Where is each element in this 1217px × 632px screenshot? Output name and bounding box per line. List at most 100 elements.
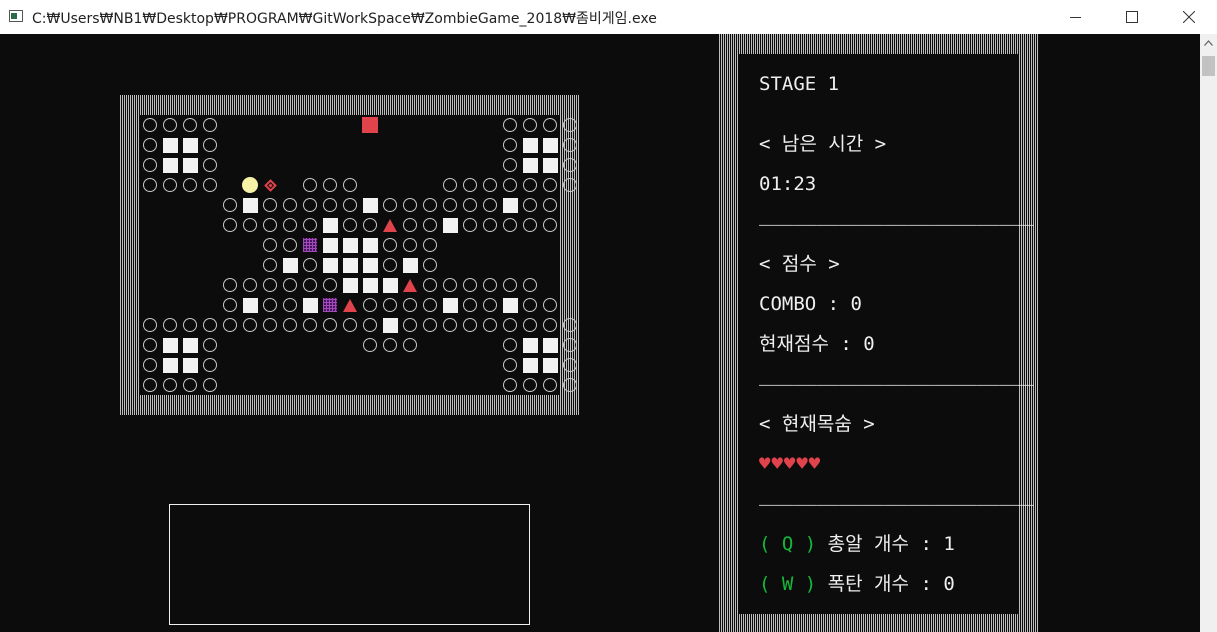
map-cell (360, 315, 380, 335)
map-cell (440, 175, 460, 195)
wall-block (362, 277, 378, 293)
map-cell (460, 195, 480, 215)
empty-tile (143, 178, 157, 192)
map-cell (140, 115, 160, 135)
empty-tile (263, 238, 277, 252)
empty-tile (143, 118, 157, 132)
empty-tile (423, 238, 437, 252)
map-cell (420, 195, 440, 215)
map-cell (280, 215, 300, 235)
map-cell (140, 335, 160, 355)
map-cell (540, 155, 560, 175)
score-header: < 점수 > (759, 253, 840, 275)
wall-block (162, 337, 178, 353)
wall-block (182, 137, 198, 153)
map-cell (160, 175, 180, 195)
wall-block (382, 277, 398, 293)
map-cell (360, 215, 380, 235)
empty-tile (563, 378, 577, 392)
empty-tile (163, 178, 177, 192)
map-cell (260, 315, 280, 335)
map-cell (280, 275, 300, 295)
map-cell (320, 255, 340, 275)
empty-tile (523, 218, 537, 232)
divider-1: ________________________ (759, 204, 1034, 226)
map-cell (380, 215, 400, 235)
empty-tile (323, 318, 337, 332)
map-cell (560, 355, 580, 375)
map-cell (560, 155, 580, 175)
bomb-count-row: ( W ) 폭탄 개수 : 0 (759, 573, 955, 595)
empty-tile (523, 178, 537, 192)
empty-tile (283, 238, 297, 252)
map-cell (480, 275, 500, 295)
map-cell (500, 175, 520, 195)
map-cell (200, 315, 220, 335)
wall-block (162, 137, 178, 153)
empty-tile (383, 238, 397, 252)
map-cell (320, 195, 340, 215)
map-cell (160, 355, 180, 375)
map-cell (320, 215, 340, 235)
map-cell (320, 315, 340, 335)
map-cell (280, 315, 300, 335)
empty-tile (403, 218, 417, 232)
map-cell (180, 135, 200, 155)
empty-tile (283, 298, 297, 312)
empty-tile (183, 118, 197, 132)
wall-block (242, 197, 258, 213)
status-panel-border: STAGE 1 < 남은 시간 > 01:23 ________________… (719, 34, 1039, 632)
map-cell (560, 335, 580, 355)
map-cell (420, 235, 440, 255)
empty-tile (523, 298, 537, 312)
empty-tile (303, 198, 317, 212)
map-cell (520, 215, 540, 235)
map-cell (220, 295, 240, 315)
map-cell (540, 195, 560, 215)
empty-tile (243, 278, 257, 292)
time-value: 01:23 (759, 173, 817, 195)
map-cell (340, 275, 360, 295)
map-cell (160, 155, 180, 175)
map-cell (200, 175, 220, 195)
map-cell (180, 335, 200, 355)
empty-tile (203, 118, 217, 132)
map-cell (420, 315, 440, 335)
map-cell (340, 215, 360, 235)
map-cell (320, 235, 340, 255)
empty-tile (303, 278, 317, 292)
wall-block (382, 317, 398, 333)
map-cell (480, 175, 500, 195)
empty-tile (543, 218, 557, 232)
map-cell (260, 295, 280, 315)
map-cell (520, 115, 540, 135)
map-cell (340, 195, 360, 215)
scroll-thumb[interactable] (1202, 56, 1215, 76)
lives-hearts: ♥♥♥♥♥ (759, 453, 822, 475)
map-cell (500, 215, 520, 235)
wall-block (542, 357, 558, 373)
close-button[interactable] (1163, 0, 1215, 34)
map-cell (520, 175, 540, 195)
map-cell (500, 375, 520, 395)
empty-tile (423, 278, 437, 292)
maximize-button[interactable] (1106, 0, 1158, 34)
empty-tile (543, 318, 557, 332)
vertical-scrollbar[interactable] (1200, 34, 1217, 632)
map-cell (320, 275, 340, 295)
map-cell (160, 135, 180, 155)
empty-tile (323, 178, 337, 192)
item-grid-icon (303, 238, 317, 252)
map-cell (260, 275, 280, 295)
minimize-button[interactable] (1049, 0, 1101, 34)
empty-tile (503, 278, 517, 292)
map-cell (520, 295, 540, 315)
scroll-up-button[interactable] (1200, 34, 1217, 51)
empty-tile (183, 178, 197, 192)
wall-block (182, 357, 198, 373)
map-cell (400, 295, 420, 315)
map-cell (440, 275, 460, 295)
empty-tile (483, 218, 497, 232)
empty-tile (563, 158, 577, 172)
map-cell (200, 375, 220, 395)
